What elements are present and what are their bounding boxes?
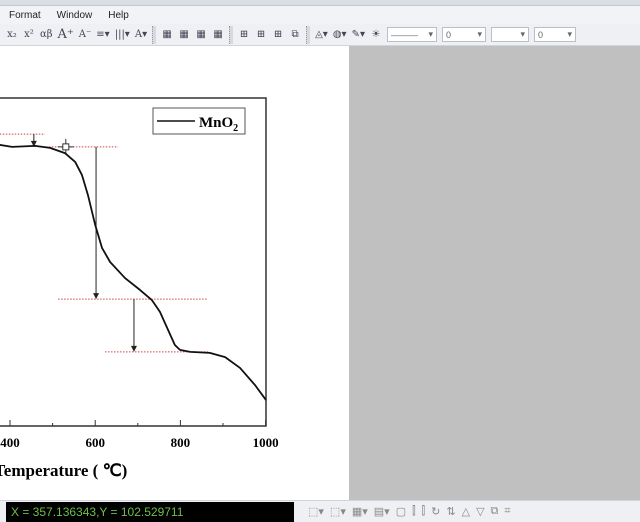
arrow-head [130, 345, 137, 352]
object-icon[interactable]: ⬚▾ [330, 505, 346, 518]
pattern-combo[interactable]: 0 ▾ [533, 27, 576, 42]
line-style-combo[interactable]: ——— ▾ [386, 27, 437, 42]
rotate-icon[interactable]: ↻ [431, 505, 440, 518]
coordinate-readout: X = 357.136343,Y = 102.529711 [6, 501, 294, 522]
grid-icon[interactable]: ▦▾ [352, 505, 368, 518]
arrow-head [93, 293, 100, 300]
workspace-background [349, 46, 640, 500]
object-icon[interactable]: ⬚▾ [308, 505, 324, 518]
brightness-icon[interactable]: ☀ [370, 27, 382, 43]
ungroup-icon[interactable]: ⌗ [504, 505, 510, 518]
x-tick-label: 1000 [253, 435, 279, 450]
align-icon[interactable]: ⫿ [412, 505, 416, 518]
back-icon[interactable]: ▽ [476, 505, 484, 518]
fill-combo[interactable]: ▾ [490, 27, 529, 42]
status-bar: X = 357.136343,Y = 102.529711 ⬚▾ ⬚▾ ▦▾ ▤… [0, 500, 640, 522]
tga-chart[interactable]: 400 600 800 1000 MnO2 Temperature ( ℃) [0, 0, 349, 500]
x-tick-label: 600 [85, 435, 105, 450]
frame-icon[interactable]: ▢ [396, 505, 406, 518]
grid-icon[interactable]: ▤▾ [374, 505, 390, 518]
line-width-combo[interactable]: 0 ▾ [441, 27, 486, 42]
align-icon[interactable]: ⫿ [422, 505, 426, 518]
x-tick-label: 800 [171, 435, 191, 450]
group-icon[interactable]: ⧉ [491, 505, 499, 518]
x-axis-label: Temperature ( ℃) [0, 461, 127, 480]
flip-icon[interactable]: ⇅ [446, 505, 455, 518]
line-color-icon[interactable]: ✎▾ [352, 27, 365, 43]
front-icon[interactable]: △ [462, 505, 470, 518]
data-cursor-marker[interactable] [62, 143, 70, 151]
x-tick-label: 400 [0, 435, 20, 450]
series-line-mno2[interactable] [0, 144, 267, 401]
